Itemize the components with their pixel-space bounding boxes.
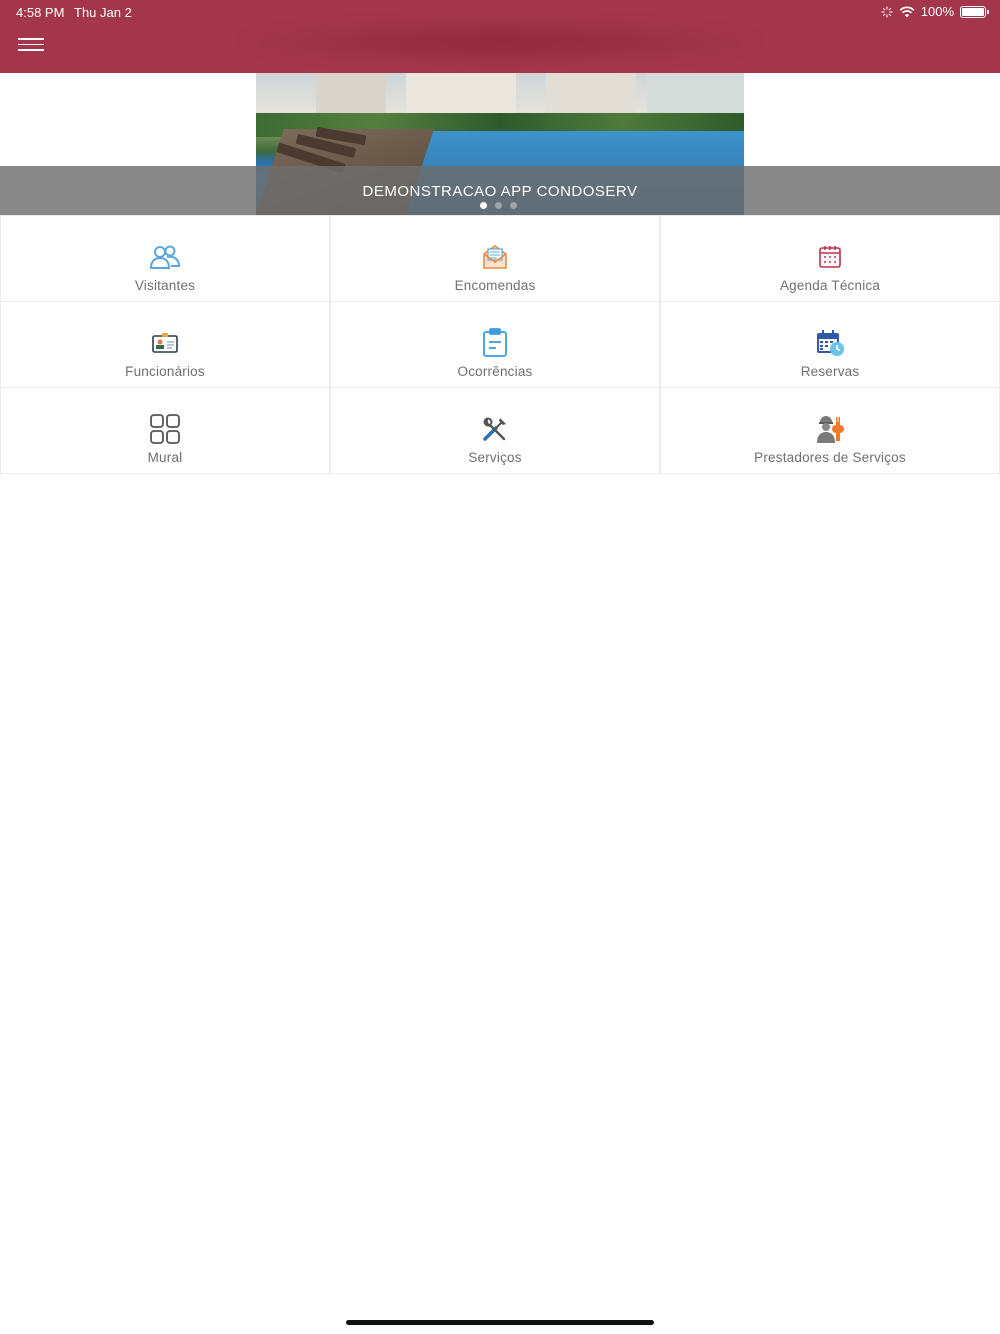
clipboard-icon: [478, 326, 512, 360]
calendar-icon: [813, 240, 847, 274]
activity-icon: [881, 5, 893, 18]
tile-visitantes[interactable]: Visitantes: [0, 216, 330, 302]
tile-servicos[interactable]: Serviços: [330, 388, 660, 474]
id-card-icon: [148, 326, 182, 360]
hamburger-line: [18, 43, 44, 45]
carousel-pager: [480, 202, 517, 209]
tile-mural[interactable]: Mural: [0, 388, 330, 474]
tile-label: Agenda Técnica: [779, 278, 881, 293]
top-bar: 4:58 PM Thu Jan 2 100%: [0, 0, 1000, 73]
worker-icon: [813, 412, 847, 446]
pager-dot[interactable]: [510, 202, 517, 209]
tile-encomendas[interactable]: Encomendas: [330, 216, 660, 302]
banner-title: DEMONSTRACAO APP CONDOSERV: [362, 183, 638, 200]
package-mail-icon: [478, 240, 512, 274]
tile-label: Encomendas: [454, 278, 536, 293]
tile-ocorrencias[interactable]: Ocorrências: [330, 302, 660, 388]
status-date: Thu Jan 2: [74, 5, 132, 20]
calendar-clock-icon: [813, 326, 847, 360]
tile-funcionarios[interactable]: Funcionários: [0, 302, 330, 388]
tile-prestadores-de-servicos[interactable]: Prestadores de Serviços: [660, 388, 1000, 474]
status-indicators: 100%: [881, 4, 989, 19]
tile-label: Ocorrências: [457, 364, 533, 379]
menu-grid: Visitantes Encomendas Agenda Técnica Fun…: [0, 215, 1000, 474]
grid-icon: [148, 412, 182, 446]
tile-label: Reservas: [800, 364, 860, 379]
tools-icon: [478, 412, 512, 446]
tile-agenda-tecnica[interactable]: Agenda Técnica: [660, 216, 1000, 302]
pager-dot[interactable]: [495, 202, 502, 209]
status-time: 4:58 PM: [16, 5, 65, 20]
tile-label: Serviços: [468, 450, 522, 465]
status-bar: 4:58 PM Thu Jan 2 100%: [0, 0, 1000, 24]
tile-label: Mural: [147, 450, 183, 465]
tile-reservas[interactable]: Reservas: [660, 302, 1000, 388]
wifi-icon: [899, 5, 915, 17]
battery-icon: [960, 5, 989, 18]
tile-label: Visitantes: [134, 278, 196, 293]
visitors-icon: [148, 240, 182, 274]
home-indicator[interactable]: [346, 1320, 654, 1325]
building-shape: [646, 73, 744, 113]
pager-dot[interactable]: [480, 202, 487, 209]
banner-carousel[interactable]: DEMONSTRACAO APP CONDOSERV: [0, 73, 1000, 215]
hamburger-line: [18, 49, 44, 51]
battery-percent: 100%: [920, 4, 954, 19]
menu-button[interactable]: [18, 38, 44, 58]
tile-label: Funcionários: [125, 364, 205, 379]
hamburger-menu-icon: [18, 38, 44, 40]
tile-label: Prestadores de Serviços: [754, 450, 906, 465]
